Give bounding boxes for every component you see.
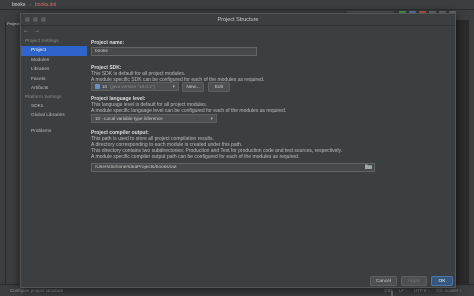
sidebar-section-project-settings: Project Settings: [25, 39, 59, 44]
chevron-down-icon: ▾: [172, 84, 175, 90]
status-encoding[interactable]: UTF-8 ÷: [414, 288, 430, 293]
sidebar-item-problems[interactable]: Problems: [21, 127, 87, 137]
cancel-button[interactable]: Cancel: [370, 276, 397, 286]
sidebar-item-project[interactable]: Project: [21, 46, 87, 56]
window-controls: [25, 17, 46, 22]
sdk-selected-value: 10: [102, 84, 108, 89]
dialog-title-bar: Project Structure: [21, 14, 455, 26]
new-sdk-button[interactable]: New...: [182, 82, 204, 92]
project-sdk-select[interactable]: 10 (java version "10.0.2") ▾: [91, 82, 179, 91]
back-arrow-icon[interactable]: ←: [23, 28, 29, 34]
compiler-output-path-input[interactable]: [91, 163, 375, 172]
jdk-folder-icon: [95, 84, 100, 89]
project-settings-panel: Project name: Project SDK: This SDK is d…: [91, 26, 455, 296]
sidebar-item-sdks[interactable]: SDKs: [21, 102, 87, 112]
sdk-selected-detail: (java version "10.0.2"): [110, 84, 156, 89]
ide-project-name[interactable]: books: [12, 2, 25, 8]
sidebar-item-facets[interactable]: Facets: [21, 75, 87, 85]
status-git-branch[interactable]: Git: master ÷: [436, 288, 462, 293]
project-name-label: Project name:: [91, 40, 125, 46]
status-line-separator[interactable]: LF ÷: [399, 288, 408, 293]
project-name-input[interactable]: [91, 47, 257, 56]
ide-title-bar: books › books.iml: [0, 0, 474, 10]
breadcrumb-separator: ›: [29, 1, 32, 8]
sidebar-item-artifacts[interactable]: Artifacts: [21, 84, 87, 94]
project-structure-dialog: Project Structure ← → Project Settings P…: [20, 13, 456, 296]
sidebar-item-modules[interactable]: Modules: [21, 56, 87, 66]
close-window-icon[interactable]: [25, 17, 30, 22]
sidebar-section-platform-settings: Platform Settings: [25, 94, 62, 100]
browse-folder-icon[interactable]: [365, 164, 372, 169]
apply-button[interactable]: Apply: [401, 276, 427, 286]
navigation-arrows: ← →: [23, 28, 40, 34]
compiler-output-description-4: A module specific compiler output path c…: [91, 154, 300, 160]
dialog-title: Project Structure: [217, 16, 259, 23]
sidebar-item-global-libraries[interactable]: Global Libraries: [21, 111, 87, 121]
right-tool-stripe: [468, 20, 474, 284]
edit-sdk-button[interactable]: Edit: [208, 82, 230, 92]
settings-sidebar: Project Settings Project Modules Librari…: [21, 38, 87, 289]
ide-file-name[interactable]: books.iml: [35, 2, 56, 8]
language-level-selected-value: 10 - Local variable type inference: [95, 116, 163, 121]
language-level-select[interactable]: 10 - Local variable type inference ▾: [91, 114, 217, 123]
sidebar-item-libraries[interactable]: Libraries: [21, 65, 87, 75]
forward-arrow-icon[interactable]: →: [34, 28, 40, 34]
ok-button[interactable]: OK: [431, 276, 453, 286]
minimize-window-icon[interactable]: [33, 17, 38, 22]
project-panel-header[interactable]: Project Files: [6, 20, 29, 27]
zoom-window-icon[interactable]: [41, 17, 46, 22]
compiler-output-field: [91, 163, 375, 172]
project-tool-window: Project Files: [6, 20, 29, 284]
chevron-down-icon: ▾: [210, 116, 213, 122]
